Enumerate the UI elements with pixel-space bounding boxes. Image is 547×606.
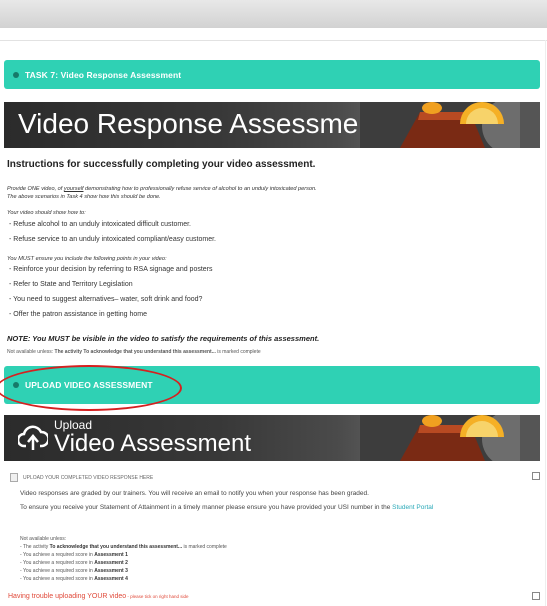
banner-big-text: Video Assessment [54, 430, 252, 457]
section-bullet-icon [13, 71, 19, 78]
upload-activity-link[interactable]: UPLOAD YOUR COMPLETED VIDEO RESPONSE HER… [10, 473, 153, 482]
trouble-uploading-link[interactable]: Having trouble uploading YOUR video - pl… [8, 593, 188, 600]
cocktail-image [360, 415, 540, 461]
availability-header: Not available unless: [20, 536, 67, 542]
grading-info: Video responses are graded by our traine… [20, 490, 369, 497]
instructions-heading: Instructions for successfully completing… [7, 159, 316, 170]
availability-item: - You achieve a required score in Assess… [20, 552, 128, 558]
divider [545, 40, 546, 606]
scenarios-text: The above scenarios in Task 4 show how t… [7, 194, 161, 200]
should-show-text: Your video should show how to: [7, 210, 86, 216]
must-include-text: You MUST ensure you include the followin… [7, 256, 167, 262]
completion-checkbox[interactable] [532, 472, 540, 480]
visibility-note: NOTE: You MUST be visible in the video t… [7, 334, 320, 343]
video-response-banner: Video Response Assessment [4, 102, 540, 148]
usi-info: To ensure you receive your Statement of … [20, 504, 434, 511]
section-title: TASK 7: Video Response Assessment [25, 69, 182, 80]
annotation-circle [0, 365, 182, 411]
list-item: Offer the patron assistance in getting h… [9, 311, 147, 318]
availability-item: - The activity To acknowledge that you u… [20, 544, 227, 550]
list-item: Reinforce your decision by referring to … [9, 266, 212, 273]
cocktail-image [360, 102, 540, 148]
list-item: Refuse service to an unduly intoxicated … [9, 236, 216, 243]
browser-top-bar [0, 0, 547, 28]
banner-text: Video Response Assessment [18, 108, 382, 139]
section-header-task7[interactable]: TASK 7: Video Response Assessment [4, 60, 540, 89]
divider [0, 40, 547, 41]
upload-activity-label: UPLOAD YOUR COMPLETED VIDEO RESPONSE HER… [23, 474, 154, 481]
availability-restriction: Not available unless: The activity To ac… [7, 349, 261, 355]
list-item: You need to suggest alternatives– water,… [9, 296, 202, 303]
availability-item: - You achieve a required score in Assess… [20, 576, 128, 582]
cloud-upload-icon [18, 425, 48, 450]
student-portal-link[interactable]: Student Portal [392, 504, 433, 511]
trouble-checkbox[interactable] [532, 592, 540, 600]
file-icon [10, 473, 18, 482]
list-item: Refuse alcohol to an unduly intoxicated … [9, 221, 191, 228]
provide-text: Provide ONE video, of yourself demonstra… [7, 186, 317, 192]
list-item: Refer to State and Territory Legislation [9, 281, 132, 288]
availability-item: - You achieve a required score in Assess… [20, 560, 128, 566]
upload-video-banner: Upload Video Assessment [4, 415, 540, 461]
availability-item: - You achieve a required score in Assess… [20, 568, 128, 574]
